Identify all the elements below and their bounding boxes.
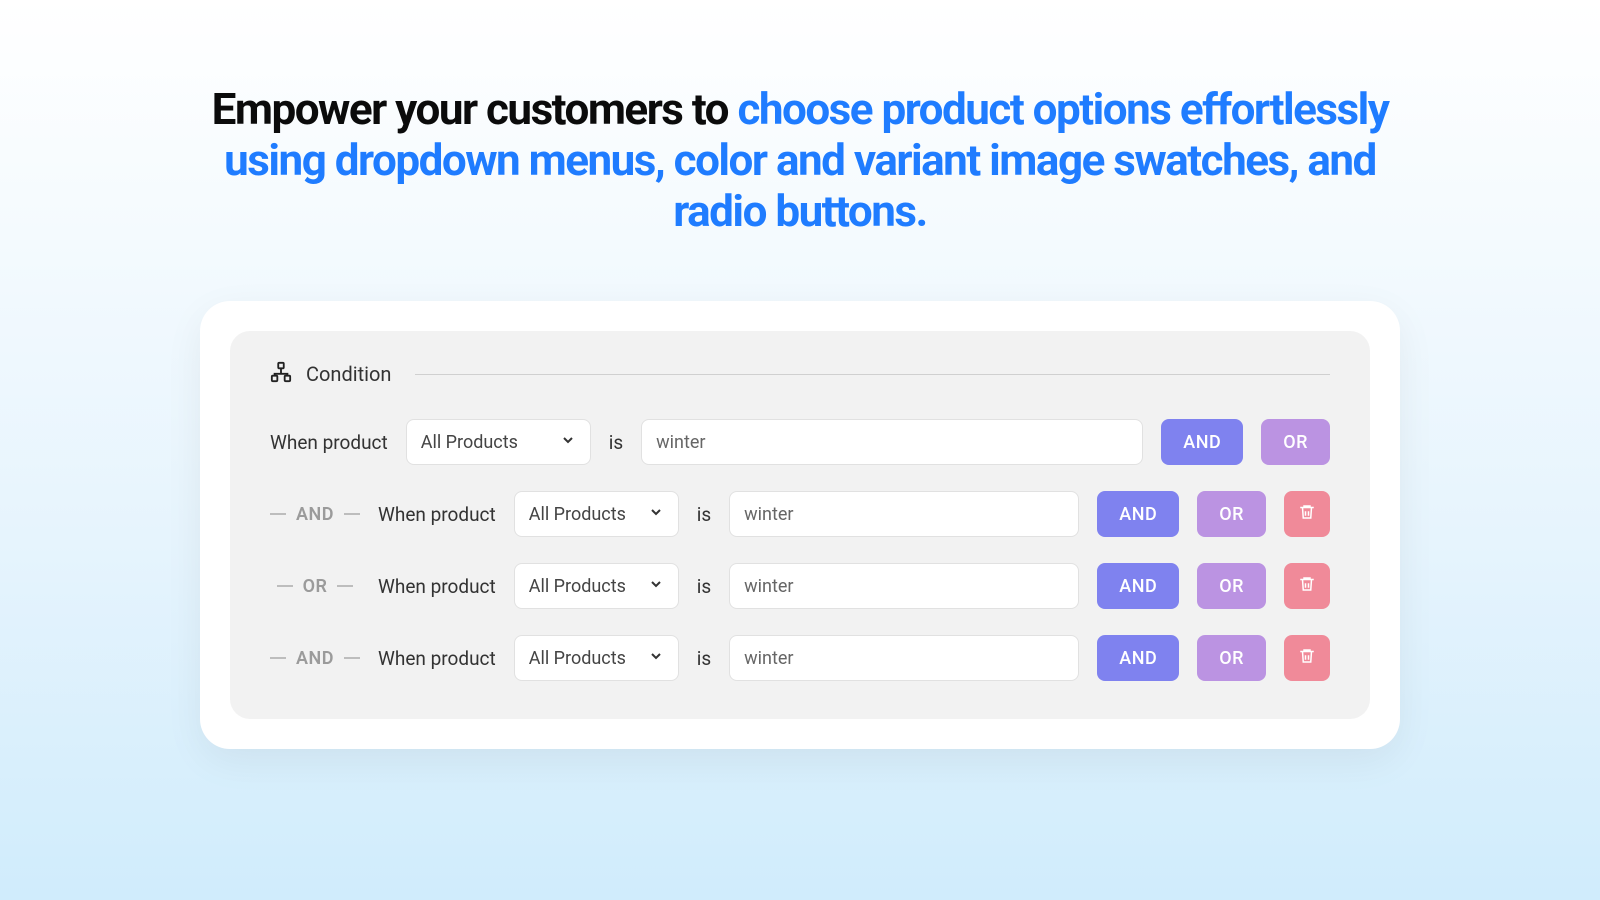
or-button[interactable]: OR xyxy=(1197,491,1266,537)
trash-icon xyxy=(1298,575,1316,598)
connector-label: AND xyxy=(296,504,334,525)
condition-value-input[interactable] xyxy=(641,419,1143,465)
condition-card: Condition When product All Products is A… xyxy=(200,301,1400,749)
or-button[interactable]: OR xyxy=(1197,635,1266,681)
is-label: is xyxy=(697,503,711,526)
condition-value-input[interactable] xyxy=(729,563,1079,609)
chevron-down-icon xyxy=(648,576,664,597)
and-button[interactable]: AND xyxy=(1097,635,1179,681)
condition-row: AND When product All Products is AND OR xyxy=(270,491,1330,537)
chevron-down-icon xyxy=(648,504,664,525)
or-button[interactable]: OR xyxy=(1261,419,1330,465)
chevron-down-icon xyxy=(648,648,664,669)
condition-row-base: When product All Products is AND OR xyxy=(270,419,1330,465)
dash-icon xyxy=(337,585,353,587)
trash-icon xyxy=(1298,503,1316,526)
condition-row: AND When product All Products is AND OR xyxy=(270,635,1330,681)
hierarchy-icon xyxy=(270,361,292,387)
dash-icon xyxy=(270,513,286,515)
headline-dark: Empower your customers to xyxy=(212,83,738,135)
dash-icon xyxy=(270,657,286,659)
delete-button[interactable] xyxy=(1284,563,1330,609)
when-product-label: When product xyxy=(378,503,496,526)
delete-button[interactable] xyxy=(1284,491,1330,537)
product-select-value: All Products xyxy=(529,504,626,525)
dash-icon xyxy=(344,657,360,659)
condition-value-input[interactable] xyxy=(729,635,1079,681)
trash-icon xyxy=(1298,647,1316,670)
is-label: is xyxy=(697,647,711,670)
when-product-label: When product xyxy=(378,647,496,670)
product-select[interactable]: All Products xyxy=(514,563,679,609)
section-title: Condition xyxy=(306,364,391,384)
condition-panel: Condition When product All Products is A… xyxy=(230,331,1370,719)
condition-value-input[interactable] xyxy=(729,491,1079,537)
or-button[interactable]: OR xyxy=(1197,563,1266,609)
and-button[interactable]: AND xyxy=(1161,419,1243,465)
product-select-value: All Products xyxy=(529,648,626,669)
dash-icon xyxy=(277,585,293,587)
dash-icon xyxy=(344,513,360,515)
delete-button[interactable] xyxy=(1284,635,1330,681)
product-select[interactable]: All Products xyxy=(514,635,679,681)
connector: OR xyxy=(270,576,360,597)
section-header: Condition xyxy=(270,361,1330,387)
and-button[interactable]: AND xyxy=(1097,563,1179,609)
and-button[interactable]: AND xyxy=(1097,491,1179,537)
connector-label: AND xyxy=(296,648,334,669)
product-select-value: All Products xyxy=(421,432,518,453)
connector: AND xyxy=(270,504,360,525)
when-product-label: When product xyxy=(378,575,496,598)
condition-row: OR When product All Products is AND OR xyxy=(270,563,1330,609)
when-product-label: When product xyxy=(270,431,388,454)
connector: AND xyxy=(270,648,360,669)
page-headline: Empower your customers to choose product… xyxy=(200,84,1400,237)
product-select[interactable]: All Products xyxy=(514,491,679,537)
chevron-down-icon xyxy=(560,432,576,453)
section-divider xyxy=(415,374,1330,375)
is-label: is xyxy=(609,431,623,454)
is-label: is xyxy=(697,575,711,598)
product-select[interactable]: All Products xyxy=(406,419,591,465)
product-select-value: All Products xyxy=(529,576,626,597)
connector-label: OR xyxy=(303,576,328,597)
